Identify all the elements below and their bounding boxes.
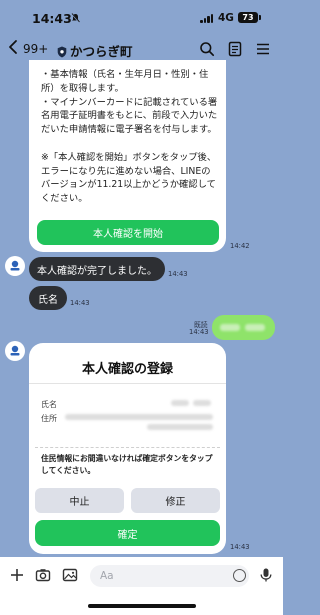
start-verification-button[interactable]: 本人確認を開始 [37, 220, 219, 245]
confirm-button[interactable]: 確定 [35, 520, 220, 546]
registration-title: 本人確認の登録 [81, 362, 173, 377]
microphone-icon[interactable] [258, 567, 274, 583]
identity-info-text: ・基本情報（氏名・生年月日・性別・住所）を取得します。 ・マイナンバーカードに記… [41, 69, 218, 205]
timestamp: 14:43 [230, 543, 250, 551]
name-label: 氏名 [41, 400, 57, 409]
camera-icon[interactable] [35, 567, 51, 583]
unread-count[interactable]: 99+ [23, 42, 48, 56]
home-indicator [88, 604, 196, 608]
name-message: 氏名 [29, 286, 67, 310]
image-icon[interactable] [62, 567, 78, 583]
status-time: 14:43 [32, 11, 72, 26]
cancel-button[interactable]: 中止 [35, 488, 124, 513]
timestamp: 14:43 [168, 270, 188, 278]
back-chevron-icon[interactable] [8, 39, 18, 59]
identity-info-card: ・基本情報（氏名・生年月日・性別・住所）を取得します。 ・マイナンバーカードに記… [29, 60, 226, 252]
registration-card: 本人確認の登録 氏名 住所 住民情報にお間違いなければ確定ボタンをタップしてくだ… [29, 343, 226, 554]
search-icon[interactable] [199, 41, 215, 57]
network-type: 4G [218, 12, 234, 24]
edit-button[interactable]: 修正 [131, 488, 220, 513]
battery-icon: 73 [238, 12, 261, 23]
emoji-icon[interactable] [233, 569, 246, 582]
divider [29, 383, 226, 384]
timestamp: 14:43 [189, 328, 209, 336]
address-label: 住所 [41, 414, 57, 423]
bot-avatar[interactable] [5, 341, 25, 361]
verification-complete-message: 本人確認が完了しました。 [29, 257, 165, 281]
bot-avatar[interactable] [5, 256, 25, 276]
status-bar: 14:43 4G 73 [0, 0, 283, 34]
my-name-message [212, 315, 275, 340]
confirmation-notice: 住民情報にお間違いなければ確定ボタンをタップしてください。 [41, 454, 213, 475]
signal-icon [200, 14, 213, 23]
chat-title[interactable]: かつらぎ町 [70, 41, 133, 60]
timestamp: 14:43 [70, 299, 90, 307]
menu-icon[interactable] [255, 41, 271, 57]
dashed-divider [35, 447, 220, 448]
plus-icon[interactable] [9, 567, 25, 583]
message-input[interactable] [90, 565, 249, 587]
resident-info: 氏名 住所 [35, 391, 220, 448]
notes-icon[interactable] [227, 41, 243, 57]
silent-bell-icon [71, 13, 80, 26]
timestamp: 14:42 [230, 242, 250, 250]
verified-shield-icon [57, 43, 67, 58]
